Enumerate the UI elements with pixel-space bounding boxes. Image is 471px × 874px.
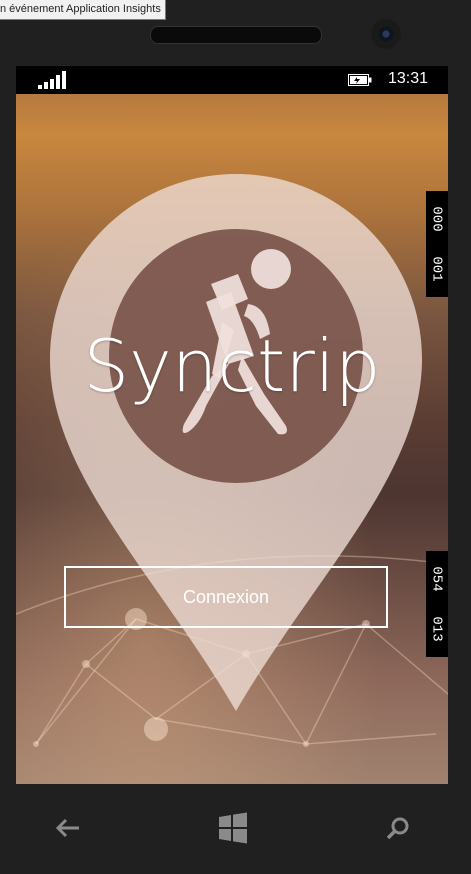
debug-frame-counter-bottom: 054 013 bbox=[426, 551, 448, 657]
start-button[interactable] bbox=[203, 808, 263, 848]
battery-charging-icon bbox=[348, 74, 372, 86]
debug-counter-value: 013 bbox=[429, 616, 445, 642]
windows-logo-icon bbox=[219, 812, 247, 844]
search-button[interactable] bbox=[368, 808, 428, 848]
application-insights-tooltip: n événement Application Insights bbox=[0, 0, 166, 20]
back-button[interactable] bbox=[38, 808, 98, 848]
debug-frame-counter-top: 000 001 bbox=[426, 191, 448, 297]
login-button[interactable]: Connexion bbox=[64, 566, 388, 628]
front-camera bbox=[371, 19, 401, 49]
phone-speaker bbox=[150, 26, 322, 44]
network-background bbox=[16, 174, 448, 747]
signal-bars-icon bbox=[38, 71, 66, 89]
phone-frame: n événement Application Insights 13:31 S… bbox=[0, 0, 471, 874]
app-title: Synctrip bbox=[83, 324, 381, 408]
search-icon bbox=[386, 817, 409, 840]
phone-screen: 13:31 Synctrip Connexion bbox=[16, 66, 448, 784]
status-time: 13:31 bbox=[388, 70, 429, 87]
back-arrow-icon bbox=[55, 818, 79, 838]
hardware-navigation-bar bbox=[0, 784, 471, 874]
debug-counter-value: 000 bbox=[429, 206, 445, 232]
debug-counter-value: 054 bbox=[429, 566, 445, 592]
splash-screen: Synctrip Connexion bbox=[16, 94, 448, 784]
debug-counter-value: 001 bbox=[429, 256, 445, 282]
status-bar: 13:31 bbox=[16, 66, 448, 94]
